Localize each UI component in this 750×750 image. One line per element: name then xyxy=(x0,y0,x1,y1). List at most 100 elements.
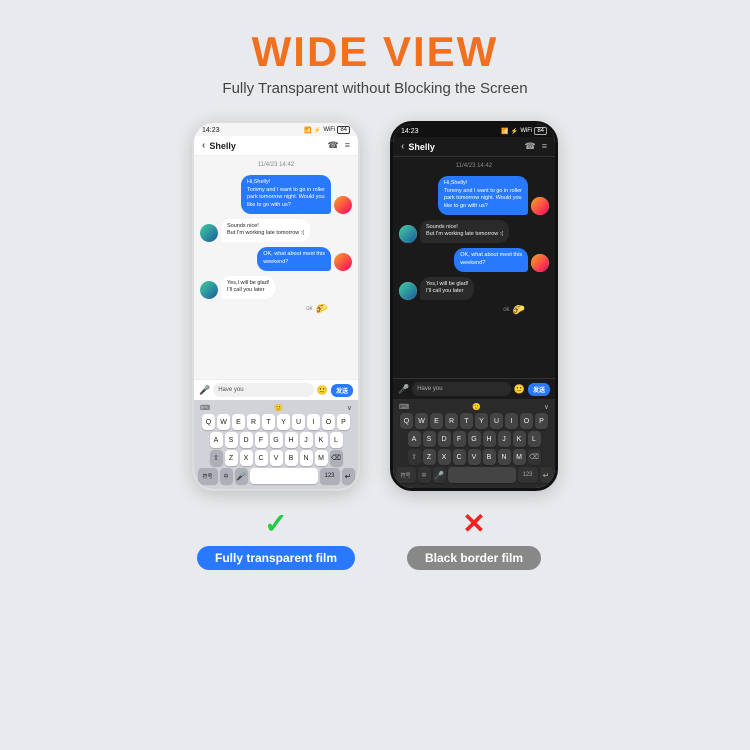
key-shift[interactable]: ⇧ xyxy=(210,450,223,466)
rkey-f[interactable]: F xyxy=(453,431,466,447)
key-s[interactable]: S xyxy=(225,432,238,448)
key-u[interactable]: U xyxy=(292,414,305,430)
rkey-x[interactable]: X xyxy=(438,449,451,465)
key-mic[interactable]: 🎤 xyxy=(235,468,248,484)
key-w[interactable]: W xyxy=(217,414,230,430)
back-arrow-left: ‹ xyxy=(202,140,205,151)
rkey-space[interactable] xyxy=(448,467,516,483)
label-right-item: ✕ Black border film xyxy=(390,507,558,570)
rkey-r[interactable]: R xyxy=(445,413,458,429)
back-arrow-right: ‹ xyxy=(401,141,404,152)
rkey-s[interactable]: S xyxy=(423,431,436,447)
rkey-v[interactable]: V xyxy=(468,449,481,465)
rkey-l[interactable]: L xyxy=(528,431,541,447)
cross-mark: ✕ xyxy=(462,507,485,540)
phone-right: 14:23 📶 ⚡ WiFi 84 ‹ Shelly ☎ xyxy=(390,121,558,491)
rkey-w[interactable]: W xyxy=(415,413,428,429)
rkey-t[interactable]: T xyxy=(460,413,473,429)
key-z[interactable]: Z xyxy=(225,450,238,466)
key-r[interactable]: R xyxy=(247,414,260,430)
rkey-backspace[interactable]: ⌫ xyxy=(528,449,541,465)
chat-icons-left: ☎ ≡ xyxy=(328,140,350,151)
key-i[interactable]: I xyxy=(307,414,320,430)
rkey-mic[interactable]: 🎤 xyxy=(433,467,446,483)
phone-left-wrapper: 14:23 📶 ⚡ WiFi 84 ‹ Shelly ☎ xyxy=(192,121,360,491)
key-e[interactable]: E xyxy=(232,414,245,430)
recv-avatar-1r xyxy=(399,225,417,243)
rkey-g[interactable]: G xyxy=(468,431,481,447)
rkey-p[interactable]: P xyxy=(535,413,548,429)
rkey-enter[interactable]: ↵ xyxy=(540,467,553,483)
main-title: WIDE VIEW xyxy=(222,28,527,76)
input-bar-right: 🎤 Have you 🙂 发送 xyxy=(393,378,555,399)
contact-name-right: Shelly xyxy=(408,142,435,152)
chat-header-left: ‹ Shelly ☎ ≡ xyxy=(194,136,358,156)
key-enter[interactable]: ↵ xyxy=(342,468,355,484)
rkey-h[interactable]: H xyxy=(483,431,496,447)
input-field-left: Have you xyxy=(213,383,314,397)
rkey-c[interactable]: C xyxy=(453,449,466,465)
rkey-y[interactable]: Y xyxy=(475,413,488,429)
key-a[interactable]: A xyxy=(210,432,223,448)
key-m[interactable]: M xyxy=(315,450,328,466)
phone-left-screen: 14:23 📶 ⚡ WiFi 84 ‹ Shelly ☎ xyxy=(194,123,358,489)
key-v[interactable]: V xyxy=(270,450,283,466)
label-row: ✓ Fully transparent film ✕ Black border … xyxy=(192,507,558,570)
input-text-right: Have you xyxy=(417,386,442,392)
key-123[interactable]: 123 xyxy=(320,468,340,484)
key-backspace[interactable]: ⌫ xyxy=(330,450,343,466)
key-o[interactable]: O xyxy=(322,414,335,430)
key-symbol[interactable]: 符号 xyxy=(198,468,218,484)
ok-emoji-right: 🌮 xyxy=(513,305,525,316)
kb-toolbar-icon1r: ⌨ xyxy=(399,403,409,411)
rkey-chinese[interactable]: 中 xyxy=(418,467,431,483)
send-btn-left[interactable]: 发送 xyxy=(331,384,353,397)
status-icons-left: 📶 ⚡ WiFi 84 xyxy=(304,126,350,134)
key-c[interactable]: C xyxy=(255,450,268,466)
rkey-shift[interactable]: ⇧ xyxy=(408,449,421,465)
key-f[interactable]: F xyxy=(255,432,268,448)
rkey-j[interactable]: J xyxy=(498,431,511,447)
rkey-i[interactable]: I xyxy=(505,413,518,429)
key-b[interactable]: B xyxy=(285,450,298,466)
ok-text-right: ok xyxy=(503,307,509,313)
kb-toolbar-left: ⌨ 🙂 ∨ xyxy=(196,403,356,414)
keyboard-right: ⌨ 🙂 ∨ Q W E R T Y U I O P xyxy=(393,399,555,488)
msg-sent-2-left: OK, what about meet thisweekend? xyxy=(200,247,352,270)
rkey-z[interactable]: Z xyxy=(423,449,436,465)
rkey-b[interactable]: B xyxy=(483,449,496,465)
rkey-a[interactable]: A xyxy=(408,431,421,447)
rkey-o[interactable]: O xyxy=(520,413,533,429)
key-l[interactable]: L xyxy=(330,432,343,448)
rkey-q[interactable]: Q xyxy=(400,413,413,429)
rkey-symbol[interactable]: 符号 xyxy=(396,467,416,483)
key-space[interactable] xyxy=(250,468,318,484)
kb-toolbar-icon3r: ∨ xyxy=(544,403,549,411)
ok-text-left: ok xyxy=(306,306,312,312)
rkey-d[interactable]: D xyxy=(438,431,451,447)
key-d[interactable]: D xyxy=(240,432,253,448)
send-btn-right[interactable]: 发送 xyxy=(528,383,550,396)
rkey-e[interactable]: E xyxy=(430,413,443,429)
key-g[interactable]: G xyxy=(270,432,283,448)
key-j[interactable]: J xyxy=(300,432,313,448)
key-x[interactable]: X xyxy=(240,450,253,466)
key-chinese[interactable]: 中 xyxy=(220,468,233,484)
rkey-u[interactable]: U xyxy=(490,413,503,429)
key-p[interactable]: P xyxy=(337,414,350,430)
kb-row-1-left: Q W E R T Y U I O P xyxy=(196,414,356,430)
kb-toolbar-icon2r: 🙂 xyxy=(472,403,481,411)
key-t[interactable]: T xyxy=(262,414,275,430)
key-k[interactable]: K xyxy=(315,432,328,448)
rkey-n[interactable]: N xyxy=(498,449,511,465)
key-y[interactable]: Y xyxy=(277,414,290,430)
rkey-k[interactable]: K xyxy=(513,431,526,447)
key-h[interactable]: H xyxy=(285,432,298,448)
status-icons-right: 📶 ⚡ WiFi 84 xyxy=(501,127,547,135)
status-time-left: 14:23 xyxy=(202,127,220,134)
key-n[interactable]: N xyxy=(300,450,313,466)
rkey-123[interactable]: 123 xyxy=(518,467,538,483)
sent-avatar-2 xyxy=(334,253,352,271)
rkey-m[interactable]: M xyxy=(513,449,526,465)
key-q[interactable]: Q xyxy=(202,414,215,430)
